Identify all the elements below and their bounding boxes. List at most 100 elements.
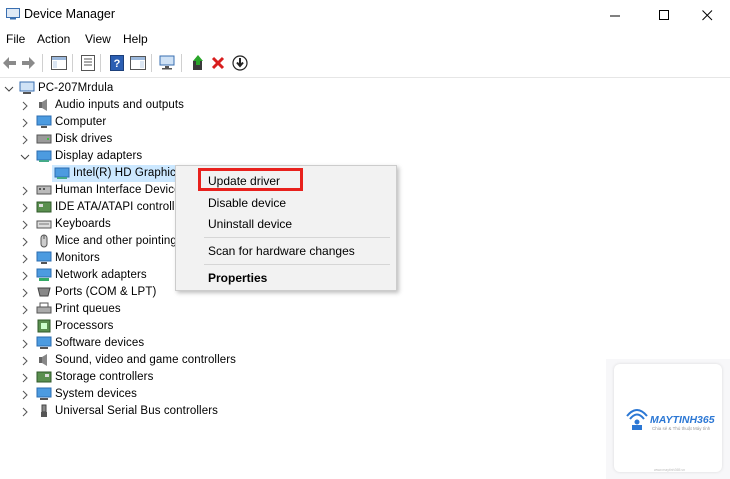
- tree-item-software-devices[interactable]: Software devices: [0, 335, 300, 352]
- toolbar-separator: [72, 54, 73, 72]
- toolbar: ?: [0, 51, 730, 75]
- chevron-right-icon[interactable]: [20, 118, 30, 128]
- context-menu: Update driver Disable device Uninstall d…: [175, 165, 397, 291]
- ide-controller-icon: [36, 201, 52, 213]
- port-icon: [37, 287, 51, 297]
- window-title: Device Manager: [24, 7, 116, 21]
- tree-item-label: Audio inputs and outputs: [55, 99, 184, 111]
- update-driver-icon: [193, 55, 203, 70]
- context-scan-hardware[interactable]: Scan for hardware changes: [208, 244, 355, 258]
- processor-icon: [37, 319, 51, 333]
- chevron-down-icon[interactable]: [20, 152, 30, 162]
- tree-item-disk-drives[interactable]: Disk drives: [0, 131, 300, 148]
- speaker-icon: [39, 354, 47, 366]
- tree-item-system-devices[interactable]: System devices: [0, 386, 300, 403]
- tree-item-label: Universal Serial Bus controllers: [55, 405, 218, 417]
- down-arrow-circle-icon: [232, 55, 248, 71]
- chevron-right-icon[interactable]: [20, 220, 30, 230]
- context-separator: [204, 237, 390, 238]
- toolbar-separator: [100, 54, 101, 72]
- tree-item-label: Processors: [55, 320, 114, 332]
- chevron-right-icon[interactable]: [20, 407, 30, 417]
- properties-icon: [81, 55, 95, 71]
- toolbar-separator: [42, 54, 43, 72]
- menu-view[interactable]: View: [85, 32, 111, 46]
- watermark: MAYTINH365 Chia sẻ & Thủ thuật Máy tính …: [606, 359, 730, 479]
- menu-action[interactable]: Action: [37, 32, 70, 46]
- red-x-icon: [211, 56, 225, 70]
- chevron-right-icon[interactable]: [20, 186, 30, 196]
- mouse-icon: [40, 234, 48, 248]
- tree-item-display-adapters[interactable]: Display adapters: [0, 148, 300, 165]
- watermark-url: www.maytinh365.vn: [654, 468, 686, 472]
- monitor-icon: [36, 115, 52, 128]
- chevron-right-icon[interactable]: [20, 271, 30, 281]
- maximize-button[interactable]: [641, 0, 687, 30]
- context-disable-device[interactable]: Disable device: [208, 196, 286, 210]
- display-adapter-icon: [36, 150, 52, 162]
- tree-item-label: Software devices: [55, 337, 145, 349]
- menu-bar: File Action View Help: [0, 30, 730, 49]
- chevron-right-icon[interactable]: [20, 254, 30, 264]
- context-properties[interactable]: Properties: [208, 271, 267, 285]
- tree-item-label: Ports (COM & LPT): [55, 286, 157, 298]
- tree-item-intel-hd-graphics[interactable]: Intel(R) HD Graphics: [52, 165, 182, 182]
- chevron-right-icon[interactable]: [20, 322, 30, 332]
- toolbar-divider: [0, 77, 730, 78]
- tree-item-label: Sound, video and game controllers: [55, 354, 237, 366]
- help-icon: ?: [110, 55, 124, 71]
- show-hide-action-pane-button[interactable]: [129, 54, 147, 72]
- forward-arrow-icon: [22, 57, 35, 69]
- chevron-right-icon[interactable]: [20, 101, 30, 111]
- chevron-right-icon[interactable]: [20, 305, 30, 315]
- chevron-down-icon[interactable]: [4, 84, 14, 94]
- tree-root[interactable]: PC-207Mrdula: [0, 80, 300, 97]
- menu-file[interactable]: File: [6, 32, 25, 46]
- chevron-right-icon[interactable]: [20, 356, 30, 366]
- tree-item-label: Storage controllers: [55, 371, 154, 383]
- chevron-right-icon[interactable]: [20, 390, 30, 400]
- properties-button[interactable]: [79, 54, 97, 72]
- show-hide-console-tree-button[interactable]: [50, 54, 68, 72]
- tree-item-computer[interactable]: Computer: [0, 114, 300, 131]
- tree-item-processors[interactable]: Processors: [0, 318, 300, 335]
- tree-item-label: Print queues: [55, 303, 121, 315]
- context-update-driver[interactable]: Update driver: [208, 174, 280, 188]
- system-device-icon: [36, 387, 52, 400]
- tree-item-usb-controllers[interactable]: Universal Serial Bus controllers: [0, 403, 300, 420]
- chevron-right-icon[interactable]: [20, 135, 30, 145]
- minimize-icon: [609, 15, 620, 16]
- context-uninstall-device[interactable]: Uninstall device: [208, 217, 292, 231]
- tree-item-storage-controllers[interactable]: Storage controllers: [0, 369, 300, 386]
- uninstall-device-button[interactable]: [209, 54, 227, 72]
- forward-button[interactable]: [20, 54, 38, 72]
- device-manager-icon: [6, 8, 20, 20]
- back-button[interactable]: [0, 54, 18, 72]
- tree-item-sound-video[interactable]: Sound, video and game controllers: [0, 352, 300, 369]
- enable-device-button[interactable]: [231, 54, 249, 72]
- update-driver-button[interactable]: [189, 54, 207, 72]
- tree-item-audio[interactable]: Audio inputs and outputs: [0, 97, 300, 114]
- network-adapter-icon: [36, 268, 52, 281]
- close-button[interactable]: [684, 0, 730, 30]
- minimize-button[interactable]: [592, 0, 638, 30]
- chevron-right-icon[interactable]: [20, 339, 30, 349]
- tree-item-label: IDE ATA/ATAPI controller: [55, 201, 186, 213]
- chevron-right-icon[interactable]: [20, 237, 30, 247]
- printer-icon: [36, 302, 52, 314]
- chevron-right-icon[interactable]: [20, 288, 30, 298]
- action-pane-icon: [130, 56, 146, 70]
- hid-icon: [36, 185, 52, 195]
- tree-item-label: Intel(R) HD Graphics: [73, 167, 182, 179]
- chevron-right-icon[interactable]: [20, 203, 30, 213]
- help-button[interactable]: ?: [108, 54, 126, 72]
- storage-controller-icon: [36, 371, 52, 383]
- scan-hardware-button[interactable]: [158, 54, 176, 72]
- toolbar-separator: [151, 54, 152, 72]
- watermark-card: MAYTINH365 Chia sẻ & Thủ thuật Máy tính …: [614, 364, 722, 472]
- tree-item-label: Mice and other pointing: [55, 235, 177, 247]
- chevron-right-icon[interactable]: [20, 373, 30, 383]
- menu-help[interactable]: Help: [123, 32, 148, 46]
- tree-item-label: Monitors: [55, 252, 100, 264]
- tree-item-print-queues[interactable]: Print queues: [0, 301, 300, 318]
